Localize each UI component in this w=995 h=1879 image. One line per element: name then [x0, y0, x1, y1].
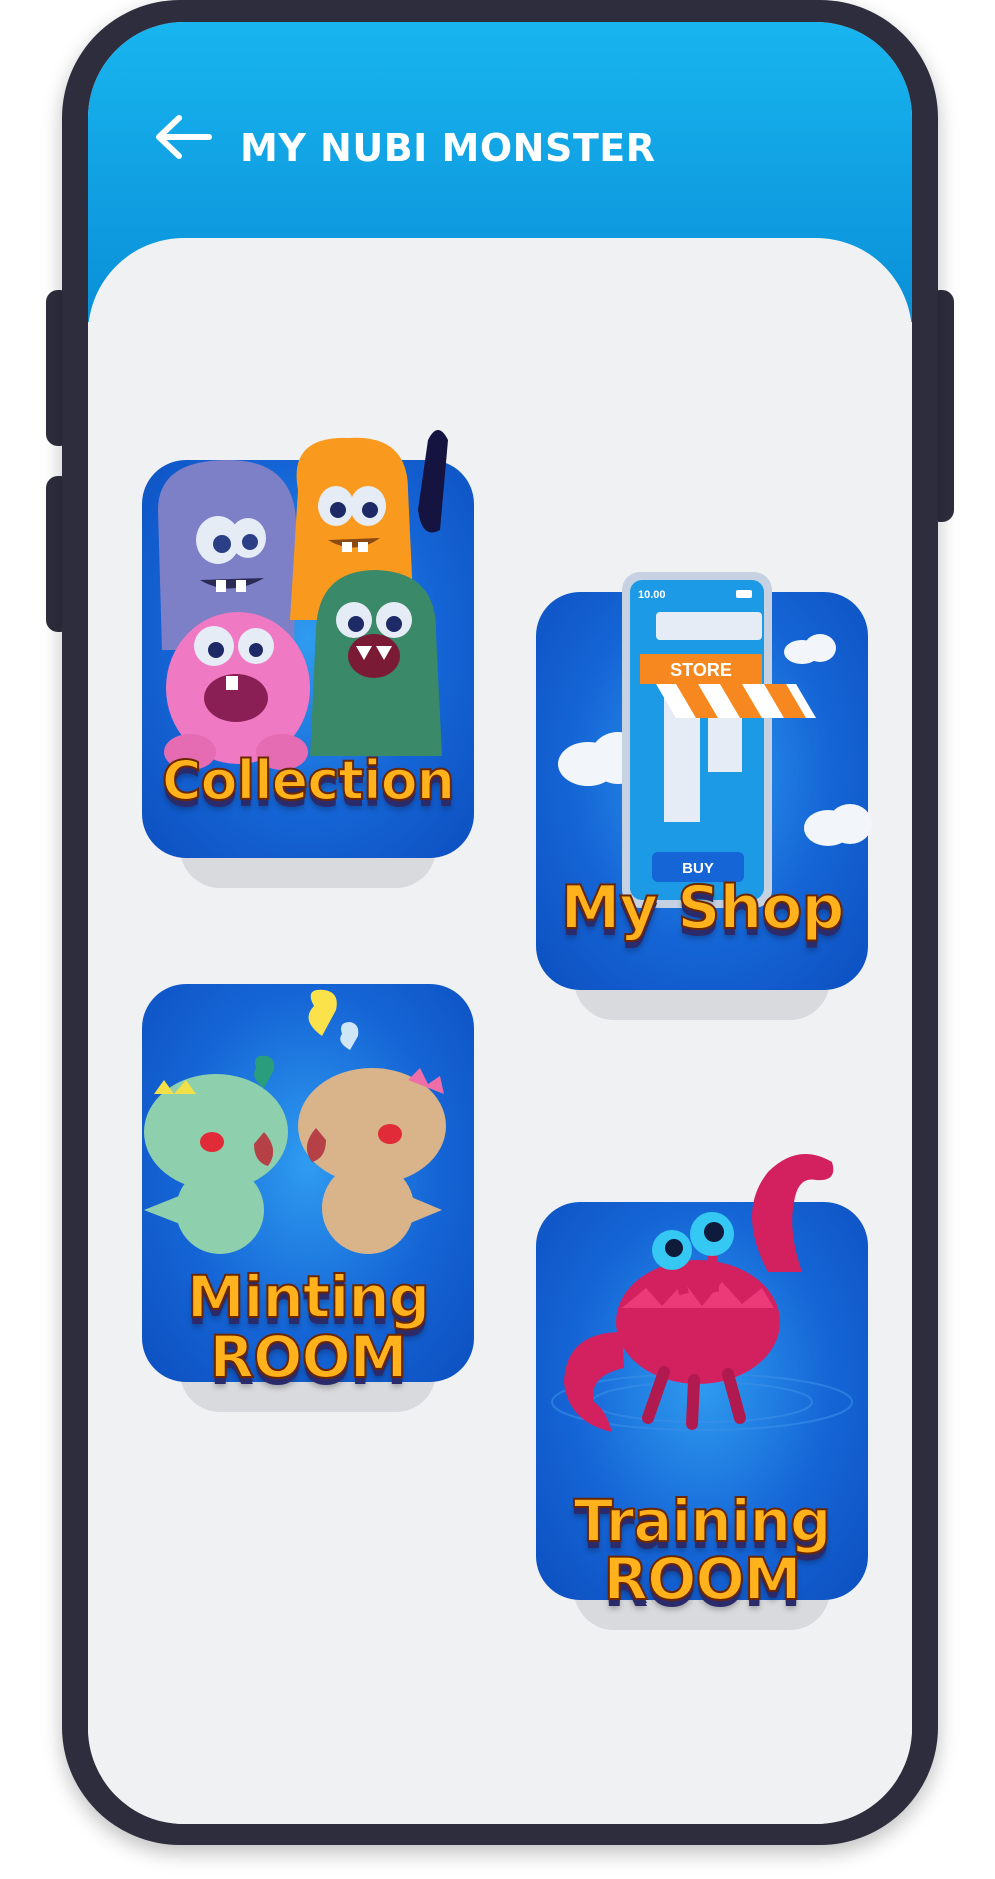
arrow-left-icon [156, 115, 212, 159]
phone-frame: MY NUBI MONSTER Collection 10.00 BUY STO… [62, 0, 938, 1845]
my-shop-label: My Shop [560, 873, 846, 943]
training-room-label-line2: ROOM [603, 1545, 803, 1613]
dinosaurs-in-love-illustration [144, 989, 446, 1254]
store-sign: STORE [670, 660, 732, 680]
minting-room-label-line2: ROOM [209, 1323, 409, 1391]
minting-room-label-line1: Minting [186, 1263, 431, 1331]
menu-content: Collection 10.00 BUY STORE My Shop Minti… [88, 238, 912, 1824]
collection-tile[interactable]: Collection [142, 430, 474, 890]
my-shop-tile[interactable]: 10.00 BUY STORE My Shop [536, 572, 872, 1022]
red-crab-illustration [551, 1154, 853, 1432]
monster-group-illustration [158, 430, 448, 770]
page-title: MY NUBI MONSTER [240, 126, 656, 170]
training-room-label-line1: Training [573, 1487, 833, 1555]
minting-room-tile[interactable]: Minting ROOM [142, 984, 474, 1414]
app-screen: MY NUBI MONSTER Collection 10.00 BUY STO… [88, 22, 912, 1824]
back-button[interactable] [148, 102, 218, 172]
training-room-tile[interactable]: Training ROOM [536, 1154, 868, 1632]
collection-label: Collection [161, 749, 456, 812]
phone-time: 10.00 [638, 589, 666, 601]
